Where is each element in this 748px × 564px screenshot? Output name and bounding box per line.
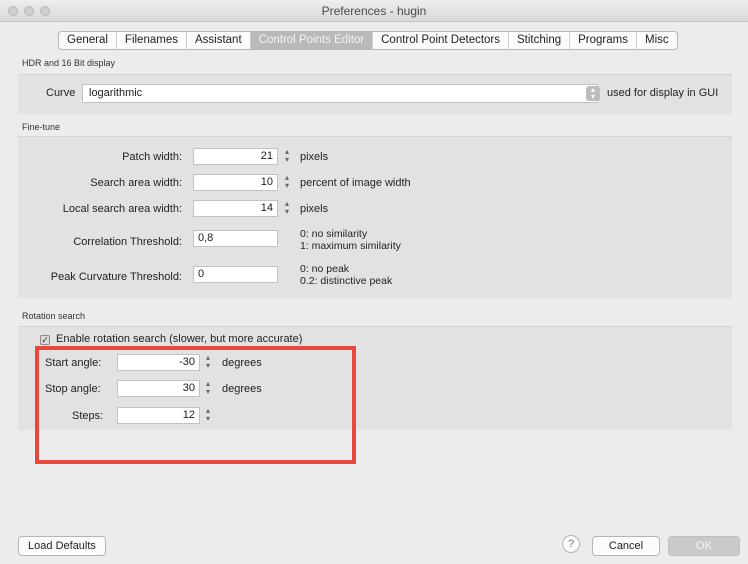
patch-width-stepper[interactable]: ▴ ▾ bbox=[282, 148, 292, 165]
highlight-annotation-box bbox=[35, 346, 356, 464]
search-area-width-unit: percent of image width bbox=[300, 177, 411, 189]
tab-filenames[interactable]: Filenames bbox=[117, 32, 187, 49]
cancel-button[interactable]: Cancel bbox=[592, 536, 660, 556]
tab-bar: General Filenames Assistant Control Poin… bbox=[58, 31, 678, 50]
help-button[interactable]: ? bbox=[562, 535, 580, 553]
correlation-threshold-label: Correlation Threshold: bbox=[73, 236, 182, 248]
hdr-section-title: HDR and 16 Bit display bbox=[22, 58, 116, 68]
combo-arrows-icon[interactable]: ▴ ▾ bbox=[586, 86, 600, 101]
patch-width-input[interactable]: 21 bbox=[193, 148, 278, 165]
finetune-section-title: Fine-tune bbox=[22, 122, 61, 132]
tab-control-point-detectors[interactable]: Control Point Detectors bbox=[373, 32, 510, 49]
correlation-threshold-hint: 0: no similarity 1: maximum similarity bbox=[300, 228, 401, 252]
curve-select[interactable]: logarithmic bbox=[82, 84, 598, 103]
curve-select-value: logarithmic bbox=[89, 87, 143, 99]
ok-button[interactable]: OK bbox=[668, 536, 740, 556]
tab-assistant[interactable]: Assistant bbox=[187, 32, 251, 49]
search-area-width-stepper[interactable]: ▴ ▾ bbox=[282, 174, 292, 191]
window-title: Preferences - hugin bbox=[321, 4, 427, 18]
correlation-hint-line2: 1: maximum similarity bbox=[300, 240, 401, 252]
tab-programs[interactable]: Programs bbox=[570, 32, 637, 49]
peak-curvature-threshold-hint: 0: no peak 0.2: distinctive peak bbox=[300, 263, 392, 287]
curve-hint: used for display in GUI bbox=[607, 87, 719, 99]
peak-hint-line1: 0: no peak bbox=[300, 263, 350, 275]
tab-general[interactable]: General bbox=[59, 32, 117, 49]
search-area-width-label: Search area width: bbox=[90, 177, 182, 189]
peak-curvature-threshold-input[interactable]: 0 bbox=[193, 266, 278, 283]
patch-width-unit: pixels bbox=[300, 151, 329, 163]
correlation-threshold-input[interactable]: 0,8 bbox=[193, 230, 278, 247]
patch-width-label: Patch width: bbox=[122, 151, 182, 163]
checkbox-icon[interactable]: ✓ bbox=[40, 335, 50, 345]
peak-hint-line2: 0.2: distinctive peak bbox=[300, 275, 393, 287]
correlation-hint-line1: 0: no similarity bbox=[300, 228, 368, 240]
local-search-area-width-unit: pixels bbox=[300, 203, 329, 215]
local-search-area-width-label: Local search area width: bbox=[62, 203, 182, 215]
rotation-section-title: Rotation search bbox=[22, 311, 86, 321]
tab-stitching[interactable]: Stitching bbox=[509, 32, 571, 49]
tab-control-points-editor[interactable]: Control Points Editor bbox=[250, 32, 374, 49]
curve-label: Curve bbox=[46, 87, 76, 99]
local-search-area-width-input[interactable]: 14 bbox=[193, 200, 278, 217]
title-bar: Preferences - hugin bbox=[0, 0, 748, 22]
local-search-area-width-stepper[interactable]: ▴ ▾ bbox=[282, 200, 292, 217]
peak-curvature-threshold-label: Peak Curvature Threshold: bbox=[50, 271, 182, 283]
search-area-width-input[interactable]: 10 bbox=[193, 174, 278, 191]
load-defaults-button[interactable]: Load Defaults bbox=[18, 536, 106, 556]
enable-rotation-search-label[interactable]: Enable rotation search (slower, but more… bbox=[56, 333, 302, 345]
tab-misc[interactable]: Misc bbox=[637, 32, 677, 49]
